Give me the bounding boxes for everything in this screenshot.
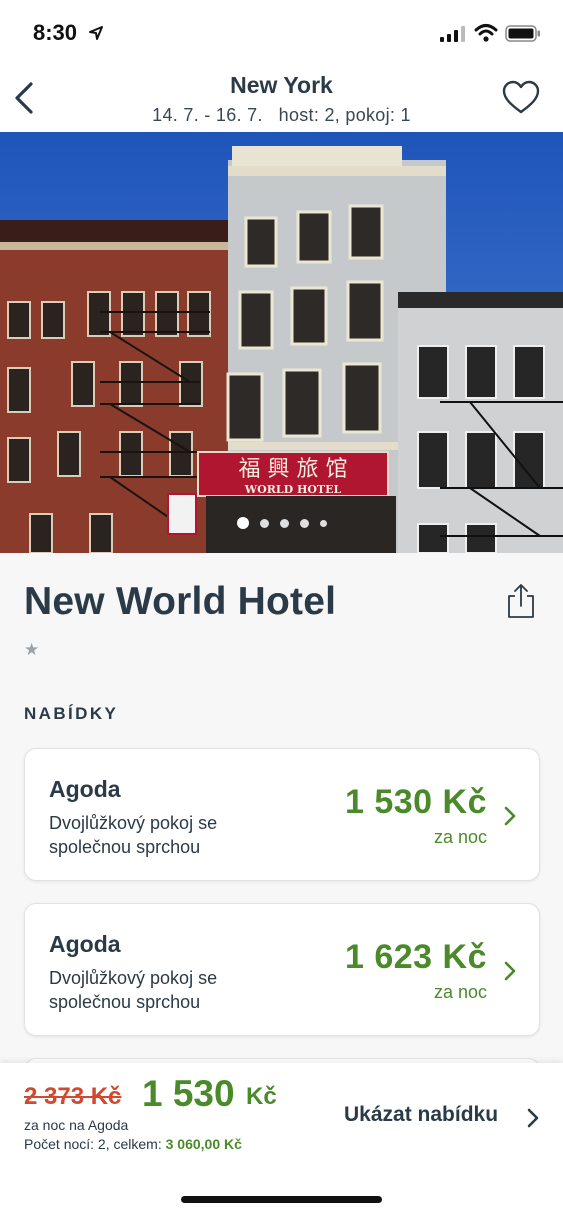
- hotel-photo-gallery[interactable]: 福 興 旅 馆 WORLD HOTEL: [0, 132, 563, 553]
- gallery-pager[interactable]: [0, 515, 563, 531]
- location-arrow-icon: [89, 26, 103, 40]
- old-price: 2 373 Kč: [24, 1083, 122, 1110]
- heart-icon: [502, 80, 540, 114]
- pager-dot[interactable]: [279, 518, 289, 528]
- nights-summary: Počet nocí: 2, celkem: 3 060,00 Kč: [24, 1136, 242, 1152]
- chevron-right-icon: [504, 961, 516, 981]
- share-icon: [508, 584, 534, 618]
- offer-provider: Agoda: [49, 776, 121, 802]
- best-price: 1 530: [142, 1073, 235, 1114]
- price-provider-note: za noc na Agoda: [24, 1117, 129, 1133]
- offer-per-night-label: za noc: [433, 827, 487, 847]
- nights-label: Počet nocí: 2, celkem:: [24, 1136, 166, 1152]
- nights-total: 3 060,00 Kč: [165, 1136, 242, 1152]
- best-price-currency: Kč: [246, 1083, 277, 1110]
- offer-card[interactable]: Agoda Dvojlůžkový pokoj se společnou spr…: [24, 748, 540, 881]
- offer-card[interactable]: Agoda Dvojlůžkový pokoj se společnou spr…: [24, 903, 540, 1036]
- offer-room-type: Dvojlůžkový pokoj se společnou sprchou: [49, 813, 218, 857]
- offer-per-night-label: za noc: [433, 982, 487, 1002]
- search-summary[interactable]: 14. 7. - 16. 7. host: 2, pokoj: 1: [0, 105, 563, 126]
- offer-price: 1 530 Kč: [345, 783, 487, 821]
- hotel-photo: 福 興 旅 馆 WORLD HOTEL: [0, 132, 563, 553]
- offer-price: 1 623 Kč: [345, 938, 487, 976]
- bottom-price-bar: 2 373 Kč 1 530 Kč za noc na Agoda Počet …: [0, 1063, 563, 1218]
- battery-icon: [505, 25, 540, 42]
- offers-section-title: NABÍDKY: [24, 704, 119, 723]
- status-bar: 8:30: [0, 0, 563, 66]
- show-offer-button[interactable]: Ukázat nabídku: [344, 1103, 498, 1127]
- wifi-icon: [474, 24, 498, 42]
- signal-icon: [440, 26, 465, 42]
- share-button[interactable]: [505, 582, 537, 620]
- nav-header: New York 14. 7. - 16. 7. host: 2, pokoj:…: [0, 66, 563, 132]
- hotel-name: New World Hotel: [24, 580, 337, 623]
- offer-room-type: Dvojlůžkový pokoj se společnou sprchou: [49, 968, 218, 1012]
- status-time: 8:30: [33, 20, 78, 45]
- star-rating-icon: ★: [24, 640, 40, 659]
- favorite-button[interactable]: [500, 78, 542, 118]
- chevron-right-icon[interactable]: [526, 1107, 540, 1129]
- pager-dot[interactable]: [259, 518, 269, 528]
- pager-dot[interactable]: [299, 518, 309, 528]
- chevron-right-icon: [504, 806, 516, 826]
- pager-dot[interactable]: [319, 519, 327, 527]
- hotel-sign-text: WORLD HOTEL: [244, 483, 342, 496]
- page-title: New York: [230, 72, 333, 98]
- home-indicator[interactable]: [181, 1196, 382, 1203]
- pager-dot[interactable]: [236, 517, 249, 529]
- offer-provider: Agoda: [49, 931, 121, 957]
- svg-text:福 興 旅 馆: 福 興 旅 馆: [239, 457, 348, 482]
